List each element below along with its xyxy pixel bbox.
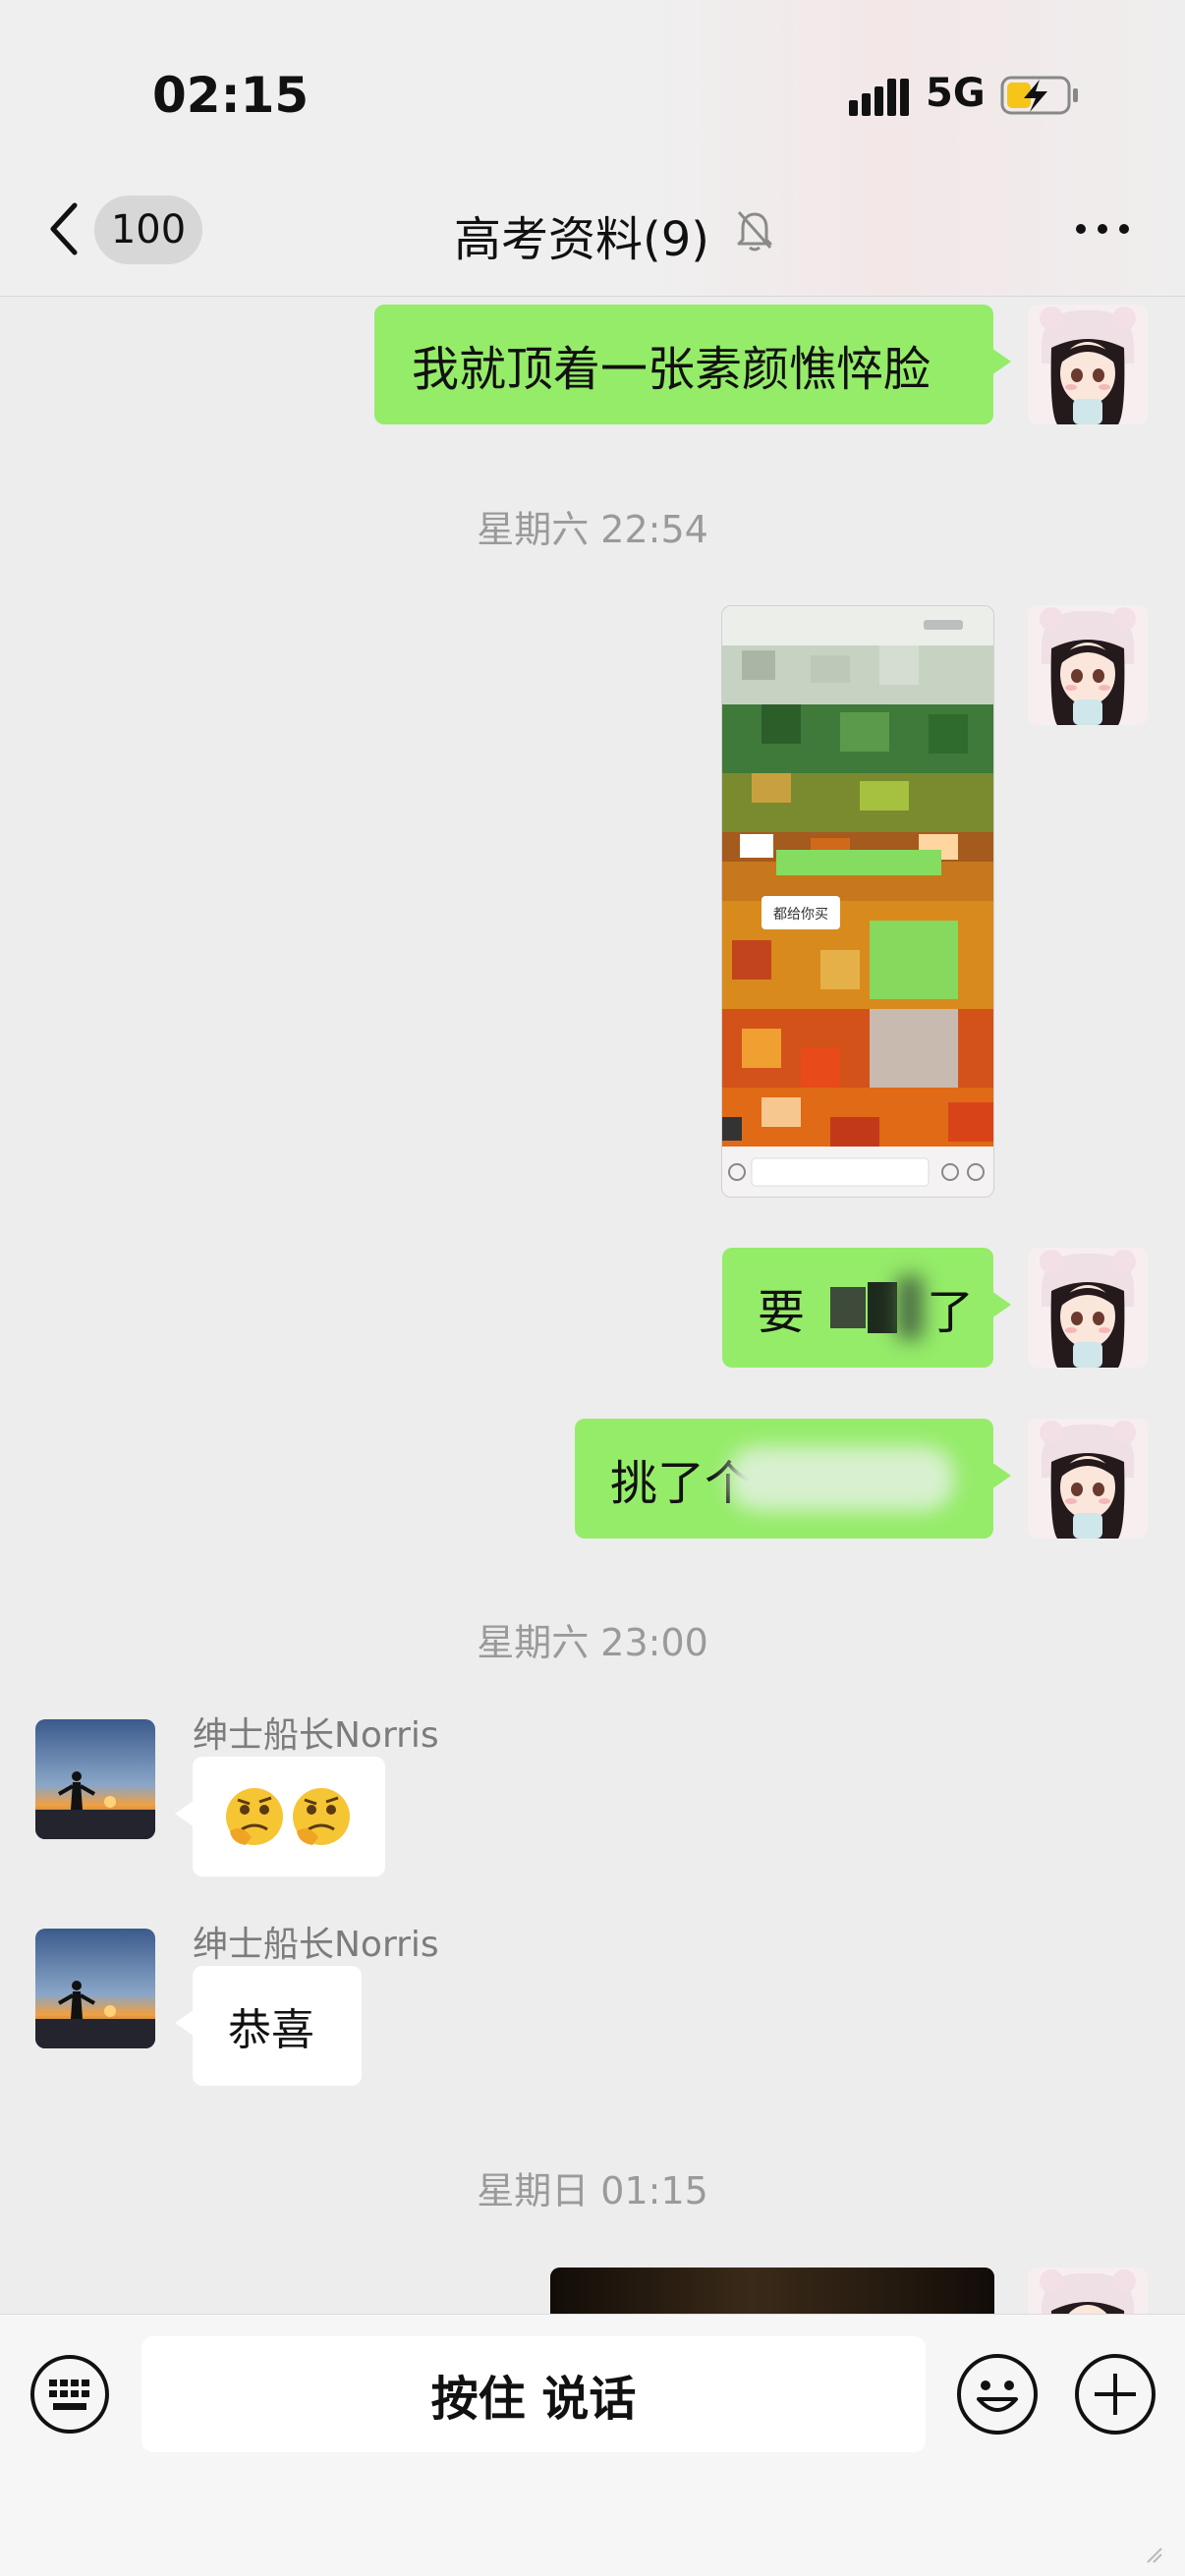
anime-girl-avatar-image: [1028, 2268, 1148, 2314]
input-bar: 按住 说话: [0, 2314, 1185, 2576]
avatar[interactable]: [1028, 1419, 1148, 1539]
corner-grip-icon: [1147, 2548, 1162, 2563]
avatar[interactable]: [1028, 305, 1148, 424]
mute-bell-icon: [737, 211, 772, 252]
timestamp: 星期日 01:15: [477, 2169, 708, 2212]
image-message[interactable]: [550, 2268, 994, 2314]
sent-message-bubble[interactable]: 挑了个: [575, 1419, 1011, 1539]
received-message-bubble[interactable]: 恭喜: [175, 1966, 362, 2086]
avatar[interactable]: [35, 1719, 155, 1839]
timestamp: 星期六 23:00: [477, 1621, 708, 1664]
avatar[interactable]: [1028, 1248, 1148, 1368]
network-label: 5G: [926, 71, 986, 116]
message-text: 恭喜: [228, 2005, 314, 2055]
emoji-icon[interactable]: [955, 2352, 1040, 2436]
sent-message-bubble[interactable]: 要 了: [722, 1248, 1011, 1368]
message-text: 我就顶着一张素颜憔悴脸: [412, 342, 931, 397]
avatar[interactable]: [35, 1929, 155, 2048]
pixelated-screenshot-image: 都给你买: [722, 606, 993, 1197]
plus-icon[interactable]: [1073, 2352, 1157, 2436]
chat-title: 高考资料(9): [454, 212, 709, 267]
sender-name: 绅士船长Norris: [193, 1715, 439, 1756]
battery-charging-icon: [1000, 76, 1078, 115]
image-caption-text: 都给你买: [773, 907, 828, 923]
anime-girl-avatar-image: [1028, 1419, 1148, 1539]
signal-icon: [849, 79, 909, 116]
thinking-emoji-icon: [226, 1788, 350, 1845]
sender-name: 绅士船长Norris: [193, 1925, 439, 1965]
top-area: 02:15 5G 100 高考资料(9): [0, 0, 1185, 297]
timestamp: 星期六 22:54: [477, 508, 708, 551]
message-text: 了: [927, 1285, 975, 1340]
status-time: 02:15: [152, 67, 310, 124]
unread-count-badge[interactable]: 100: [94, 196, 202, 264]
more-dots-icon[interactable]: [1073, 214, 1132, 244]
anime-girl-avatar-image: [1028, 305, 1148, 424]
redacted-text: [868, 1282, 898, 1333]
anime-girl-avatar-image: [1028, 605, 1148, 725]
hold-to-talk-button[interactable]: 按住 说话: [141, 2336, 926, 2452]
redacted-text: [728, 1446, 955, 1511]
avatar[interactable]: [1028, 2268, 1148, 2314]
received-message-bubble[interactable]: [175, 1757, 385, 1876]
redacted-text: [897, 1276, 924, 1339]
redacted-text: [830, 1287, 867, 1328]
avatar[interactable]: [1028, 605, 1148, 725]
dark-photo-image: [550, 2268, 994, 2314]
sunset-silhouette-avatar-image: [35, 1929, 155, 2048]
message-list[interactable]: 我就顶着一张素颜憔悴脸 星期六 22:54 都给你买 要 了 挑了个 星期六 2…: [0, 298, 1185, 2314]
image-message[interactable]: 都给你买: [721, 605, 994, 1198]
sent-message-bubble[interactable]: 我就顶着一张素颜憔悴脸: [374, 305, 1011, 424]
keyboard-icon[interactable]: [29, 2354, 110, 2435]
message-text: 要: [758, 1285, 806, 1340]
sunset-silhouette-avatar-image: [35, 1719, 155, 1839]
anime-girl-avatar-image: [1028, 1248, 1148, 1368]
chevron-left-icon[interactable]: [47, 201, 81, 256]
